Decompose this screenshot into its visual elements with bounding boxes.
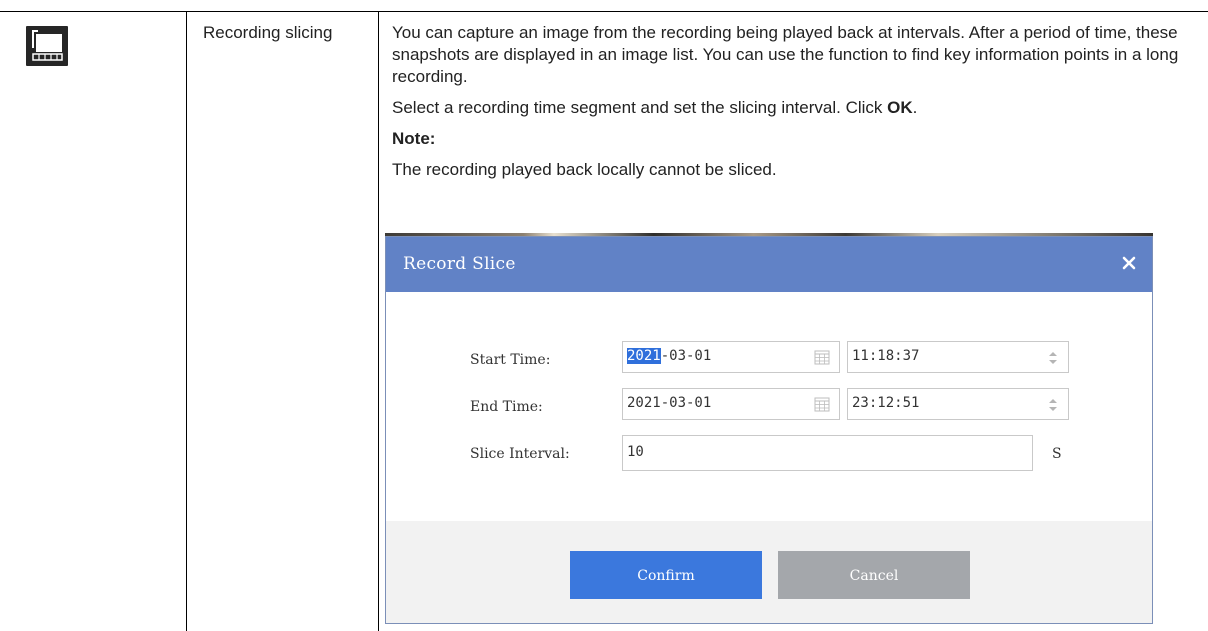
start-date-year: 2021: [627, 348, 661, 364]
table-top-border: [0, 11, 1208, 12]
function-name: Recording slicing: [203, 23, 333, 42]
time-spinner-icon[interactable]: [1048, 397, 1058, 413]
ok-keyword: OK: [887, 98, 913, 117]
end-date-field[interactable]: 2021-03-01: [622, 388, 840, 420]
function-description: You can capture an image from the record…: [392, 22, 1192, 181]
slice-interval-input[interactable]: 10: [622, 435, 1033, 471]
time-spinner-icon[interactable]: [1048, 350, 1058, 366]
description-paragraph-2: Select a recording time segment and set …: [392, 97, 1192, 119]
slice-interval-unit: S: [1052, 446, 1062, 462]
start-time-field[interactable]: 11:18:37: [847, 341, 1069, 373]
start-time-value: 11:18:37: [852, 348, 920, 364]
dialog-footer: Confirm Cancel: [386, 521, 1152, 623]
dialog-title: Record Slice: [403, 254, 516, 274]
start-date-field[interactable]: 2021-03-01: [622, 341, 840, 373]
end-time-field[interactable]: 23:12:51: [847, 388, 1069, 420]
end-time-value: 23:12:51: [852, 395, 920, 411]
note-text: The recording played back locally cannot…: [392, 160, 777, 179]
end-time-label: End Time:: [470, 399, 543, 415]
calendar-icon[interactable]: [814, 349, 830, 365]
dialog-titlebar: Record Slice: [386, 237, 1152, 292]
table-column-divider-2: [378, 11, 379, 631]
recording-slicing-icon: [26, 26, 68, 66]
description-paragraph-1: You can capture an image from the record…: [392, 23, 1179, 86]
note-label: Note:: [392, 129, 436, 148]
start-time-label: Start Time:: [470, 352, 551, 368]
description-paragraph-2-end: .: [912, 98, 918, 117]
calendar-icon[interactable]: [814, 396, 830, 412]
description-paragraph-2-text: Select a recording time segment and set …: [392, 98, 888, 117]
start-date-rest: -03-01: [660, 348, 712, 364]
close-icon[interactable]: [1120, 254, 1138, 272]
record-slice-dialog: Record Slice Start Time: 2021-03-01 11:1…: [385, 236, 1153, 624]
table-column-divider-1: [186, 11, 187, 631]
slice-interval-label: Slice Interval:: [470, 446, 570, 462]
confirm-button[interactable]: Confirm: [570, 551, 762, 599]
slice-interval-value: 10: [627, 444, 644, 460]
end-date-value: 2021-03-01: [627, 395, 712, 411]
cancel-button[interactable]: Cancel: [778, 551, 970, 599]
